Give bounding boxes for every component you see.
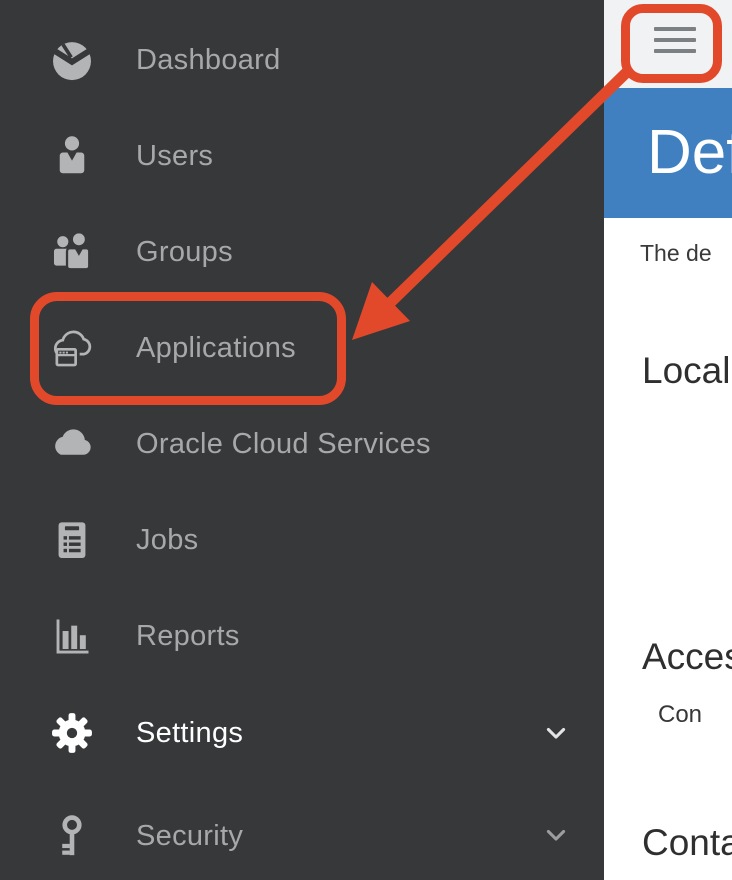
sidebar-item-applications[interactable]: Applications xyxy=(0,316,604,380)
intro-text: The de xyxy=(640,240,712,267)
gear-icon xyxy=(48,709,96,757)
sidebar-item-dashboard[interactable]: Dashboard xyxy=(0,28,604,92)
bar-chart-icon xyxy=(48,612,96,660)
page-header: Def xyxy=(604,88,732,218)
sidebar-item-label: Reports xyxy=(136,620,240,653)
sidebar-item-label: Settings xyxy=(136,717,243,750)
sidebar-item-settings[interactable]: Settings xyxy=(0,701,604,765)
dashboard-gauge-icon xyxy=(48,36,96,84)
sidebar-item-label: Groups xyxy=(136,236,233,269)
chevron-down-icon[interactable] xyxy=(542,719,570,747)
hamburger-bar xyxy=(654,38,696,42)
sidebar-item-jobs[interactable]: Jobs xyxy=(0,508,604,572)
hamburger-bar xyxy=(654,49,696,53)
sidebar: Dashboard Users xyxy=(0,0,604,880)
clipboard-list-icon xyxy=(48,516,96,564)
sidebar-item-oracle-cloud-services[interactable]: Oracle Cloud Services xyxy=(0,412,604,476)
sidebar-item-label: Dashboard xyxy=(136,44,281,77)
sidebar-item-groups[interactable]: Groups xyxy=(0,220,604,284)
sidebar-item-users[interactable]: Users xyxy=(0,124,604,188)
sidebar-item-security[interactable]: Security xyxy=(0,804,604,868)
hamburger-bar xyxy=(654,27,696,31)
page-title: Def xyxy=(647,88,732,218)
section-heading-contact: Conta xyxy=(642,822,732,864)
top-bar xyxy=(604,0,732,88)
sidebar-item-label: Oracle Cloud Services xyxy=(136,428,431,461)
key-icon xyxy=(48,812,96,860)
cloud-app-icon xyxy=(48,324,96,372)
sidebar-item-reports[interactable]: Reports xyxy=(0,604,604,668)
hamburger-menu-button[interactable] xyxy=(654,27,696,53)
user-icon xyxy=(48,132,96,180)
sidebar-item-label: Jobs xyxy=(136,524,198,557)
section-heading-local: Local xyxy=(642,350,730,392)
sidebar-item-label: Applications xyxy=(136,332,296,365)
sidebar-item-label: Users xyxy=(136,140,213,173)
app-window: Dashboard Users xyxy=(0,0,732,880)
section-sub-item: Con xyxy=(658,701,702,729)
main-content: Def The de Local Acces Con Conta xyxy=(604,0,732,880)
chevron-down-icon[interactable] xyxy=(542,821,570,849)
groups-icon xyxy=(48,228,96,276)
sidebar-item-label: Security xyxy=(136,820,243,853)
cloud-icon xyxy=(48,420,96,468)
section-heading-access: Acces xyxy=(642,636,732,678)
